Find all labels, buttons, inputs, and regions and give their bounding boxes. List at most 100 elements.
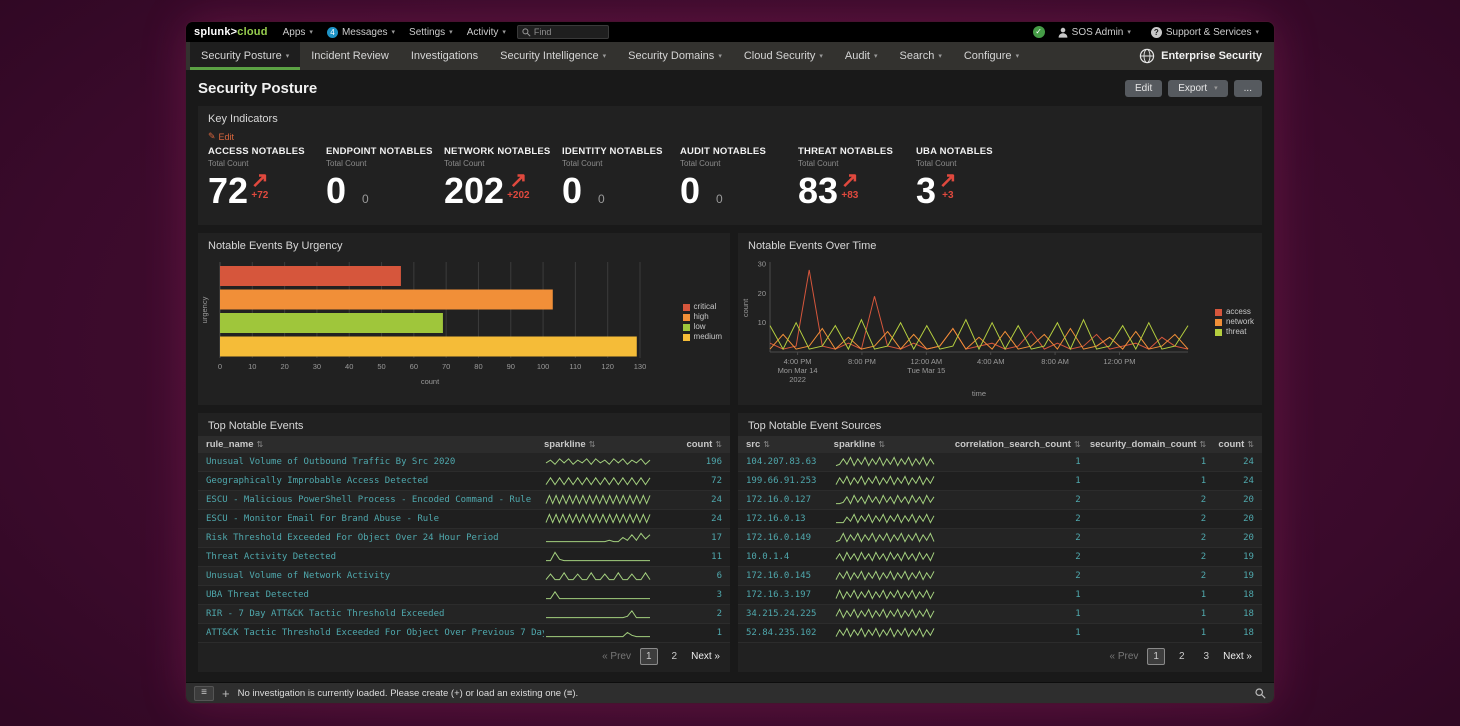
add-investigation-button[interactable]: + <box>222 687 230 700</box>
legend-item-medium[interactable]: medium <box>683 332 722 342</box>
column-header-security-domain-count[interactable]: security_domain_count⇅ <box>1081 439 1207 450</box>
splunk-cloud-logo[interactable]: splunk>cloud <box>194 26 268 38</box>
table-row[interactable]: 172.16.0.132220 <box>738 510 1262 529</box>
cell-security-domain-count[interactable]: 1 <box>1081 590 1207 600</box>
table-row[interactable]: ESCU - Monitor Email For Brand Abuse - R… <box>198 510 730 529</box>
pagination-page-1[interactable]: 1 <box>640 648 658 665</box>
investigation-search-icon[interactable] <box>1255 688 1266 699</box>
edit-indicators-link[interactable]: ✎ Edit <box>198 129 244 142</box>
table-row[interactable]: 172.16.0.1272220 <box>738 491 1262 510</box>
kpi-access-notables[interactable]: ACCESS NOTABLESTotal Count72↗+72 <box>208 146 326 211</box>
cell-src[interactable]: 52.84.235.102 <box>746 628 834 638</box>
user-menu[interactable]: SOS Admin ▾ <box>1051 27 1138 38</box>
table-row[interactable]: 199.66.91.2531124 <box>738 472 1262 491</box>
table-row[interactable]: UBA Threat Detected 3 <box>198 586 730 605</box>
column-header-rule-name[interactable]: rule_name⇅ <box>206 439 544 450</box>
edit-button[interactable]: Edit <box>1125 80 1162 97</box>
topnav-menu-messages[interactable]: 4Messages▾ <box>320 22 402 42</box>
column-header-correlation-search-count[interactable]: correlation_search_count⇅ <box>955 439 1081 450</box>
cell-rule-name[interactable]: ESCU - Malicious PowerShell Process - En… <box>206 495 544 505</box>
table-row[interactable]: Risk Threshold Exceeded For Object Over … <box>198 529 730 548</box>
cell-count[interactable]: 196 <box>672 457 722 467</box>
export-button[interactable]: Export▾ <box>1168 80 1227 97</box>
cell-count[interactable]: 20 <box>1206 514 1254 524</box>
table-row[interactable]: 172.16.0.1452219 <box>738 567 1262 586</box>
table-row[interactable]: Unusual Volume of Network Activity6 <box>198 567 730 586</box>
cell-count[interactable]: 24 <box>1206 476 1254 486</box>
legend-item-low[interactable]: low <box>683 322 722 332</box>
cell-correlation-search-count[interactable]: 1 <box>955 609 1081 619</box>
cell-count[interactable]: 20 <box>1206 495 1254 505</box>
find-search-box[interactable] <box>517 25 609 39</box>
cell-count[interactable]: 72 <box>672 476 722 486</box>
table-row[interactable]: 34.215.24.2251118 <box>738 605 1262 624</box>
appnav-tab-search[interactable]: Search▾ <box>888 42 952 70</box>
table-row[interactable]: ATT&CK Tactic Threshold Exceeded For Obj… <box>198 624 730 643</box>
investigation-list-button[interactable]: ≡ <box>194 686 214 701</box>
cell-count[interactable]: 20 <box>1206 533 1254 543</box>
appnav-tab-security-posture[interactable]: Security Posture▾ <box>190 42 300 70</box>
table-row[interactable]: 52.84.235.1021118 <box>738 624 1262 643</box>
cell-src[interactable]: 172.16.3.197 <box>746 590 834 600</box>
cell-count[interactable]: 11 <box>672 552 722 562</box>
cell-correlation-search-count[interactable]: 2 <box>955 495 1081 505</box>
cell-count[interactable]: 19 <box>1206 552 1254 562</box>
kpi-endpoint-notables[interactable]: ENDPOINT NOTABLESTotal Count00 <box>326 146 444 211</box>
pagination-page-1[interactable]: 1 <box>1147 648 1165 665</box>
table-row[interactable]: Geographically Improbable Access Detecte… <box>198 472 730 491</box>
cell-security-domain-count[interactable]: 2 <box>1081 533 1207 543</box>
cell-count[interactable]: 24 <box>1206 457 1254 467</box>
pagination-page-2[interactable]: 2 <box>667 649 683 664</box>
table-row[interactable]: Threat Activity Detected11 <box>198 548 730 567</box>
column-header-sparkline[interactable]: sparkline⇅ <box>544 439 672 450</box>
legend-item-high[interactable]: high <box>683 312 722 322</box>
table-row[interactable]: RIR - 7 Day ATT&CK Tactic Threshold Exce… <box>198 605 730 624</box>
topnav-menu-activity[interactable]: Activity▾ <box>460 22 513 42</box>
cell-src[interactable]: 10.0.1.4 <box>746 552 834 562</box>
table-row[interactable]: 172.16.0.1492220 <box>738 529 1262 548</box>
cell-count[interactable]: 17 <box>672 533 722 543</box>
pagination-next[interactable]: Next » <box>1223 651 1252 662</box>
kpi-audit-notables[interactable]: AUDIT NOTABLESTotal Count00 <box>680 146 798 211</box>
appnav-tab-security-domains[interactable]: Security Domains▾ <box>617 42 733 70</box>
cell-correlation-search-count[interactable]: 1 <box>955 628 1081 638</box>
appnav-tab-incident-review[interactable]: Incident Review <box>300 42 400 70</box>
legend-item-network[interactable]: network <box>1215 317 1254 327</box>
cell-rule-name[interactable]: ESCU - Monitor Email For Brand Abuse - R… <box>206 514 544 524</box>
pagination-next[interactable]: Next » <box>691 651 720 662</box>
column-header-count[interactable]: count⇅ <box>1206 439 1254 450</box>
cell-rule-name[interactable]: UBA Threat Detected <box>206 590 544 600</box>
more-button[interactable]: ... <box>1234 80 1262 97</box>
kpi-uba-notables[interactable]: UBA NOTABLESTotal Count3↗+3 <box>916 146 1034 211</box>
appnav-tab-security-intelligence[interactable]: Security Intelligence▾ <box>489 42 617 70</box>
appnav-tab-investigations[interactable]: Investigations <box>400 42 489 70</box>
cell-rule-name[interactable]: Geographically Improbable Access Detecte… <box>206 476 544 486</box>
cell-correlation-search-count[interactable]: 2 <box>955 514 1081 524</box>
column-header-src[interactable]: src⇅ <box>746 439 834 450</box>
cell-security-domain-count[interactable]: 1 <box>1081 457 1207 467</box>
cell-correlation-search-count[interactable]: 1 <box>955 476 1081 486</box>
topnav-menu-apps[interactable]: Apps▾ <box>276 22 320 42</box>
cell-count[interactable]: 3 <box>672 590 722 600</box>
cell-security-domain-count[interactable]: 1 <box>1081 609 1207 619</box>
pagination-page-2[interactable]: 2 <box>1174 649 1190 664</box>
cell-src[interactable]: 172.16.0.13 <box>746 514 834 524</box>
cell-security-domain-count[interactable]: 1 <box>1081 628 1207 638</box>
cell-rule-name[interactable]: Unusual Volume of Outbound Traffic By Sr… <box>206 457 544 467</box>
support-menu[interactable]: ? Support & Services ▾ <box>1144 27 1266 38</box>
cloud-health-icon[interactable]: ✓ <box>1033 26 1045 38</box>
appnav-tab-cloud-security[interactable]: Cloud Security▾ <box>733 42 834 70</box>
kpi-threat-notables[interactable]: THREAT NOTABLESTotal Count83↗+83 <box>798 146 916 211</box>
cell-count[interactable]: 1 <box>672 628 722 638</box>
cell-correlation-search-count[interactable]: 1 <box>955 590 1081 600</box>
table-row[interactable]: 104.207.83.631124 <box>738 453 1262 472</box>
find-input[interactable] <box>534 27 604 37</box>
enterprise-security-brand[interactable]: Enterprise Security <box>1131 42 1270 70</box>
table-row[interactable]: 10.0.1.42219 <box>738 548 1262 567</box>
cell-correlation-search-count[interactable]: 1 <box>955 457 1081 467</box>
bar-low[interactable] <box>220 313 443 333</box>
appnav-tab-audit[interactable]: Audit▾ <box>834 42 889 70</box>
cell-security-domain-count[interactable]: 2 <box>1081 495 1207 505</box>
cell-src[interactable]: 104.207.83.63 <box>746 457 834 467</box>
cell-rule-name[interactable]: ATT&CK Tactic Threshold Exceeded For Obj… <box>206 628 544 638</box>
